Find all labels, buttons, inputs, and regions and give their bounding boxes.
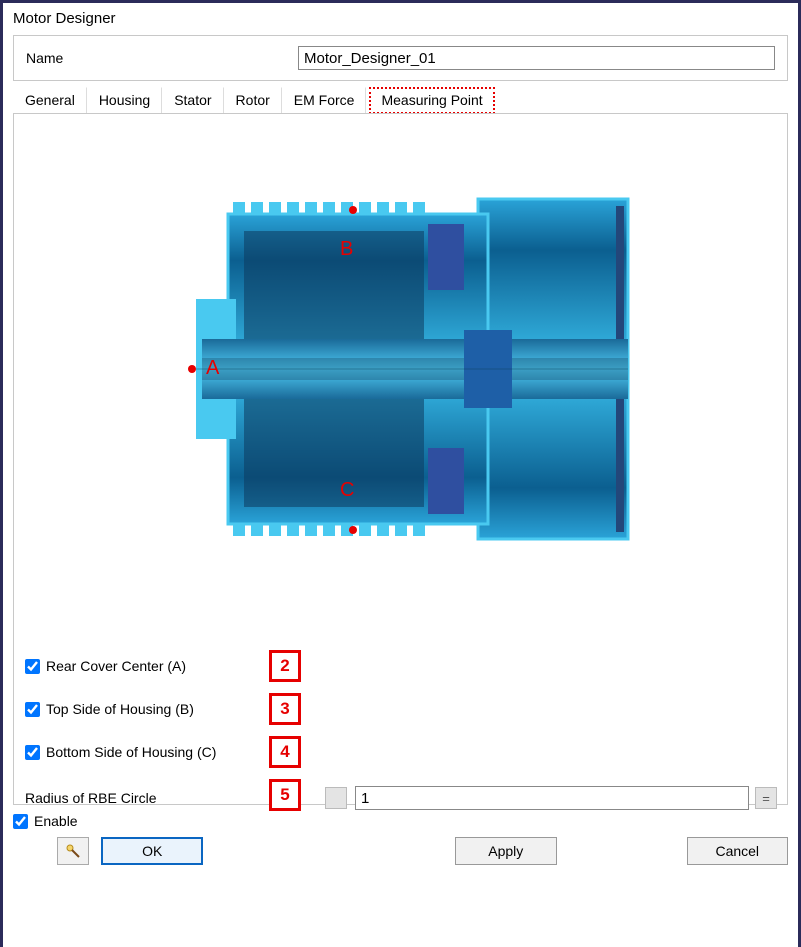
point-c-label: C: [340, 479, 354, 502]
window-title: Motor Designer: [3, 3, 798, 35]
enable-label: Enable: [34, 813, 78, 829]
check-bottom-side-c-label: Bottom Side of Housing (C): [46, 744, 216, 760]
motor-svg: [178, 124, 632, 620]
cancel-button[interactable]: Cancel: [687, 837, 788, 865]
enable-row: Enable: [13, 811, 788, 831]
point-b-marker: [349, 206, 357, 214]
callout-4: 4: [269, 736, 301, 768]
tab-housing[interactable]: Housing: [87, 87, 162, 114]
check-top-side-b-label: Top Side of Housing (B): [46, 701, 194, 717]
callout-2: 2: [269, 650, 301, 682]
apply-button[interactable]: Apply: [455, 837, 556, 865]
radius-label: Radius of RBE Circle: [25, 790, 265, 806]
check-bottom-side-c-row: Bottom Side of Housing (C): [25, 744, 216, 760]
tab-measuring-point[interactable]: Measuring Point: [369, 87, 494, 114]
tab-bar: General Housing Stator Rotor EM Force Me…: [13, 87, 788, 114]
check-rear-cover-a-label: Rear Cover Center (A): [46, 658, 186, 674]
point-b-label: B: [340, 238, 353, 261]
check-top-side-b[interactable]: [25, 702, 40, 717]
check-rear-cover-a[interactable]: [25, 659, 40, 674]
enable-checkbox[interactable]: [13, 814, 28, 829]
point-a-marker: [188, 365, 196, 373]
tab-stator[interactable]: Stator: [162, 87, 223, 114]
check-rear-cover-a-row: Rear Cover Center (A): [25, 658, 186, 674]
name-row: Name: [13, 35, 788, 81]
radius-eq-button[interactable]: =: [755, 787, 777, 809]
point-c-marker: [349, 526, 357, 534]
radius-input[interactable]: [355, 786, 749, 810]
ok-button[interactable]: OK: [101, 837, 203, 865]
help-icon-button[interactable]: [57, 837, 89, 865]
wand-icon: [64, 842, 82, 860]
name-input[interactable]: [298, 46, 775, 70]
tab-em-force[interactable]: EM Force: [282, 87, 367, 114]
motor-diagram: B A C: [178, 124, 632, 620]
name-label: Name: [26, 50, 298, 66]
buttons-row: OK Apply Cancel: [13, 831, 788, 865]
callout-3: 3: [269, 693, 301, 725]
check-bottom-side-c[interactable]: [25, 745, 40, 760]
tab-body: 1: [13, 113, 788, 805]
tab-rotor[interactable]: Rotor: [224, 87, 282, 114]
tab-general[interactable]: General: [13, 87, 87, 114]
point-a-label: A: [206, 357, 219, 380]
check-top-side-b-row: Top Side of Housing (B): [25, 701, 194, 717]
radius-picker-button[interactable]: [325, 787, 347, 809]
radius-row: Radius of RBE Circle =: [25, 786, 777, 810]
